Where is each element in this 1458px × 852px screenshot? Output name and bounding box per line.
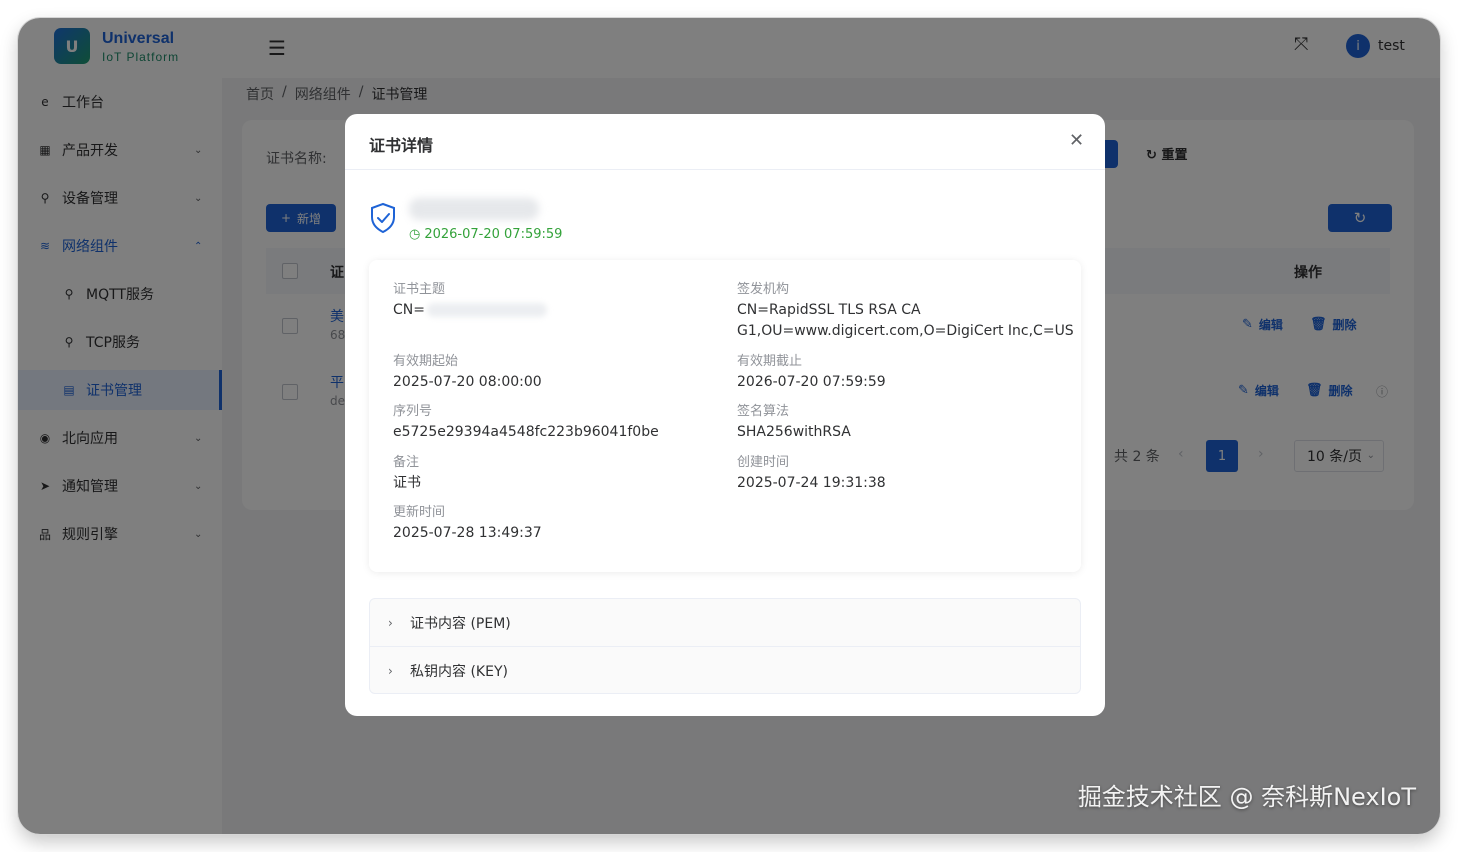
certificate-detail-modal: 证书详情 ✕ ◷ 2026-07-20 07:59:59 证书主题 CN= 签发… xyxy=(345,114,1105,716)
close-icon[interactable]: ✕ xyxy=(1069,130,1084,151)
certificate-name-redacted xyxy=(409,198,539,220)
serial-label: 序列号 xyxy=(393,404,433,419)
certificate-details-card: 证书主题 CN= 签发机构 CN=RapidSSL TLS RSA CA G1,… xyxy=(369,260,1081,572)
chevron-right-icon: › xyxy=(388,615,393,630)
subject-label: 证书主题 xyxy=(393,282,446,297)
serial-value: e5725e29394a4548fc223b96041f0be xyxy=(393,424,659,440)
remark-label: 备注 xyxy=(393,455,420,470)
collapse-item-key[interactable]: › 私钥内容 (KEY) xyxy=(370,647,1080,694)
valid-to-label: 有效期截止 xyxy=(737,354,803,369)
collapse-item-pem[interactable]: › 证书内容 (PEM) xyxy=(370,599,1080,646)
updated-value: 2025-07-28 13:49:37 xyxy=(393,525,542,541)
shield-check-icon xyxy=(371,202,395,234)
watermark: 掘金技术社区 @ 奈科斯NexIoT xyxy=(1077,783,1416,811)
valid-from-value: 2025-07-20 08:00:00 xyxy=(393,374,542,390)
modal-title: 证书详情 xyxy=(369,136,434,155)
expiry-value: 2026-07-20 07:59:59 xyxy=(424,227,563,242)
created-value: 2025-07-24 19:31:38 xyxy=(737,475,886,491)
app-window: U Universal IoT Platform e 工作台 ▦ 产品开发 ⌄ … xyxy=(18,18,1440,834)
algorithm-label: 签名算法 xyxy=(737,404,790,419)
expiry-date: ◷ 2026-07-20 07:59:59 xyxy=(409,227,562,242)
valid-from-label: 有效期起始 xyxy=(393,354,459,369)
subject-redacted xyxy=(426,303,547,317)
remark-value: 证书 xyxy=(393,475,421,491)
certificate-content-collapse: › 证书内容 (PEM) › 私钥内容 (KEY) xyxy=(369,598,1081,694)
subject-value: CN= xyxy=(393,300,547,321)
issuer-label: 签发机构 xyxy=(737,282,790,297)
updated-label: 更新时间 xyxy=(393,505,446,520)
modal-header: 证书详情 ✕ xyxy=(345,114,1105,170)
algorithm-value: SHA256withRSA xyxy=(737,424,851,440)
chevron-right-icon: › xyxy=(388,663,393,678)
collapse-label: 证书内容 (PEM) xyxy=(410,615,511,632)
created-label: 创建时间 xyxy=(737,455,790,470)
issuer-value-line1: CN=RapidSSL TLS RSA CA xyxy=(737,302,921,318)
valid-to-value: 2026-07-20 07:59:59 xyxy=(737,374,886,390)
clock-icon: ◷ xyxy=(409,227,421,242)
subject-prefix: CN= xyxy=(393,302,425,318)
collapse-label: 私钥内容 (KEY) xyxy=(410,663,508,680)
issuer-value-line2: G1,OU=www.digicert.com,O=DigiCert Inc,C=… xyxy=(737,323,1074,339)
